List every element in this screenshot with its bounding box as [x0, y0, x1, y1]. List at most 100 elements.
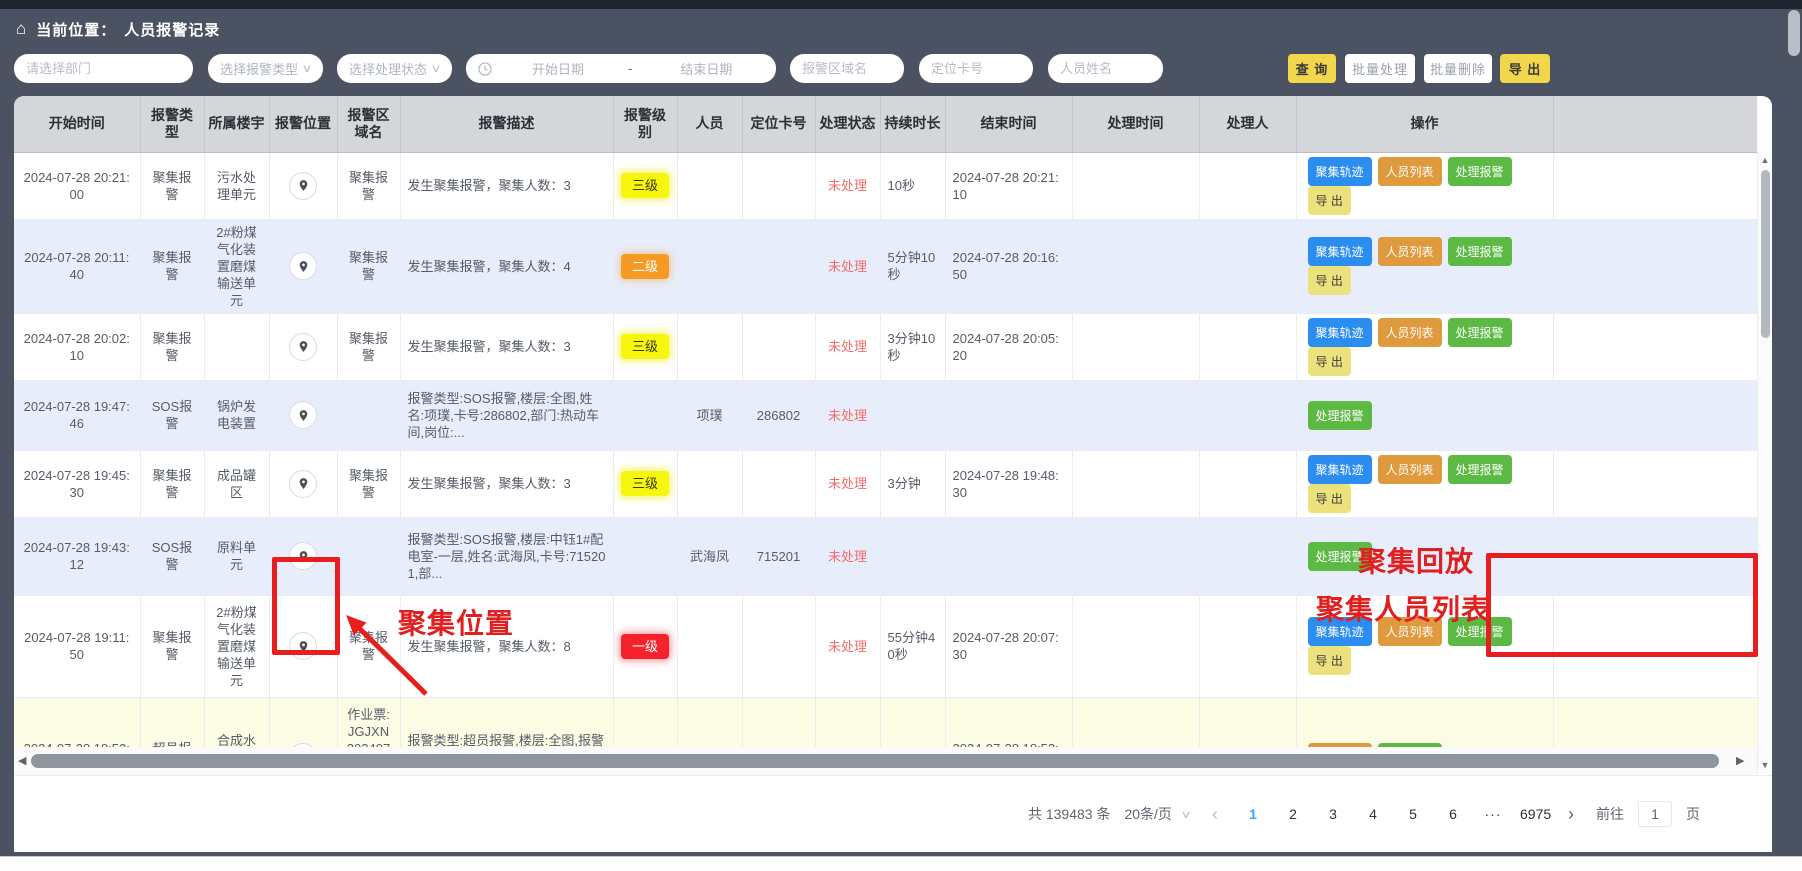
handle-alarm-button[interactable]: 处理报警 — [1448, 455, 1512, 484]
page-number-5[interactable]: 5 — [1400, 806, 1426, 822]
cell-duration: 17秒 — [880, 697, 945, 747]
person-name-field[interactable] — [1048, 54, 1163, 83]
cell-building — [204, 313, 269, 380]
page-ellipsis-icon[interactable]: ··· — [1480, 806, 1506, 822]
page-number-3[interactable]: 3 — [1320, 806, 1346, 822]
browser-scrollbar-thumb[interactable] — [1788, 10, 1800, 56]
cell-filler — [1553, 219, 1757, 313]
alarm-type-select[interactable]: 选择报警类型 ∨ — [208, 54, 323, 83]
next-page-icon[interactable]: › — [1560, 804, 1582, 825]
cell-person: 武海凤 — [677, 517, 742, 595]
cell-position — [269, 313, 337, 380]
cell-actions: 聚集轨迹人员列表处理报警导 出 — [1296, 450, 1553, 517]
row-export-button[interactable]: 导 出 — [1308, 484, 1351, 513]
handle-alarm-button[interactable]: 处理报警 — [1448, 237, 1512, 266]
scroll-left-icon[interactable]: ◀ — [18, 754, 26, 767]
cell-duration — [880, 517, 945, 595]
person-list-button[interactable]: 人员列表 — [1378, 157, 1442, 186]
col-handle-time: 处理时间 — [1072, 96, 1199, 152]
location-pin-icon[interactable] — [289, 401, 317, 429]
level-badge: 三级 — [621, 173, 669, 198]
cell-building: 2#粉煤气化装置磨煤输送单元 — [204, 219, 269, 313]
department-select[interactable] — [14, 54, 193, 83]
card-no-input[interactable] — [931, 61, 1021, 76]
cell-duration: 3分钟 — [880, 450, 945, 517]
row-export-button[interactable]: 导 出 — [1308, 347, 1351, 376]
date-range-picker[interactable]: 开始日期 - 结束日期 — [466, 54, 776, 83]
cell-handler — [1199, 313, 1296, 380]
cell-building: 锅炉发电装置 — [204, 380, 269, 450]
location-pin-icon[interactable] — [289, 172, 317, 200]
start-date-placeholder: 开始日期 — [532, 59, 584, 78]
department-input[interactable] — [26, 61, 181, 76]
location-pin-icon[interactable] — [289, 333, 317, 361]
cell-start-time: 2024-07-28 20:21:00 — [14, 153, 140, 220]
vertical-scrollbar-thumb[interactable] — [1761, 170, 1770, 338]
location-pin-icon[interactable] — [289, 470, 317, 498]
track-button[interactable]: 聚集轨迹 — [1308, 237, 1372, 266]
page-number-4[interactable]: 4 — [1360, 806, 1386, 822]
scroll-up-icon[interactable]: ▲ — [1758, 155, 1772, 165]
cell-alarm-type: 聚集报警 — [140, 219, 204, 313]
cell-start-time: 2024-07-28 20:11:40 — [14, 219, 140, 313]
batch-delete-button[interactable]: 批量删除 — [1424, 54, 1492, 83]
cell-level: 三级 — [613, 450, 677, 517]
cell-filler — [1553, 450, 1757, 517]
handle-alarm-button[interactable]: 处理报警 — [1308, 401, 1372, 430]
location-pin-icon[interactable] — [289, 252, 317, 280]
export-button[interactable]: 导 出 — [1500, 54, 1550, 83]
batch-handle-button[interactable]: 批量处理 — [1345, 54, 1415, 83]
cell-end-time — [945, 380, 1072, 450]
cell-handle-time — [1072, 595, 1199, 697]
goto-page-input[interactable]: 1 — [1638, 801, 1672, 827]
horizontal-scrollbar: ◀ ▶ — [14, 747, 1757, 775]
cell-end-time: 2024-07-28 20:21:10 — [945, 153, 1072, 220]
scroll-down-icon[interactable]: ▼ — [1758, 760, 1772, 770]
scroll-right-icon[interactable]: ▶ — [1736, 754, 1744, 767]
search-button[interactable]: 查 询 — [1288, 54, 1336, 83]
row-export-button[interactable]: 导 出 — [1308, 266, 1351, 295]
annotation-label-replay: 聚集回放 — [1358, 540, 1474, 580]
person-name-input[interactable] — [1060, 61, 1151, 76]
page-number-6[interactable]: 6 — [1440, 806, 1466, 822]
person-list-button[interactable]: 人员列表 — [1378, 455, 1442, 484]
table-body-viewport: 2024-07-28 20:21:00 聚集报警 污水处理单元 聚集报警 发生聚… — [14, 153, 1757, 747]
bottom-strip — [0, 856, 1802, 871]
annotation-box-actions — [1486, 553, 1758, 657]
cell-level — [613, 517, 677, 595]
level-badge: 二级 — [621, 254, 669, 279]
person-list-button[interactable]: 人员列表 — [1378, 318, 1442, 347]
cell-card-no — [742, 219, 815, 313]
cell-end-time — [945, 517, 1072, 595]
filter-bar: 选择报警类型 ∨ 选择处理状态 ∨ 开始日期 - 结束日期 查 询 批量处理 批… — [0, 52, 1802, 86]
track-button[interactable]: 聚集轨迹 — [1308, 318, 1372, 347]
cell-handle-time — [1072, 219, 1199, 313]
clock-icon — [478, 62, 492, 76]
col-filler — [1553, 96, 1757, 152]
date-separator: - — [628, 61, 632, 76]
page-size-select[interactable]: 20条/页 ∨ — [1124, 804, 1190, 824]
row-export-button[interactable]: 导 出 — [1308, 646, 1351, 675]
cell-description: 报警类型:SOS报警,楼层:全图,姓名:项璞,卡号:286802,部门:热动车间… — [400, 380, 613, 450]
cell-duration: 3分钟10秒 — [880, 313, 945, 380]
horizontal-scrollbar-thumb[interactable] — [31, 754, 1719, 768]
page-number-2[interactable]: 2 — [1280, 806, 1306, 822]
cell-handle-time — [1072, 313, 1199, 380]
person-list-button[interactable]: 人员列表 — [1378, 237, 1442, 266]
page-number-1[interactable]: 1 — [1240, 806, 1266, 822]
row-export-button[interactable]: 导 出 — [1308, 186, 1351, 215]
area-name-input[interactable] — [802, 61, 892, 76]
prev-page-icon[interactable]: ‹ — [1204, 804, 1226, 825]
cell-card-no — [742, 313, 815, 380]
page-number-last[interactable]: 6975 — [1520, 806, 1546, 822]
handle-alarm-button[interactable]: 处理报警 — [1448, 157, 1512, 186]
area-name-field[interactable] — [790, 54, 904, 83]
handle-alarm-button[interactable]: 处理报警 — [1448, 318, 1512, 347]
card-no-field[interactable] — [919, 54, 1033, 83]
cell-end-time: 2024-07-28 18:52:57 — [945, 697, 1072, 747]
track-button[interactable]: 聚集轨迹 — [1308, 157, 1372, 186]
cell-actions: 处理报警 — [1296, 380, 1553, 450]
breadcrumb: ⌂ 当前位置： 人员报警记录 — [16, 16, 220, 42]
handle-status-select[interactable]: 选择处理状态 ∨ — [337, 54, 452, 83]
track-button[interactable]: 聚集轨迹 — [1308, 455, 1372, 484]
